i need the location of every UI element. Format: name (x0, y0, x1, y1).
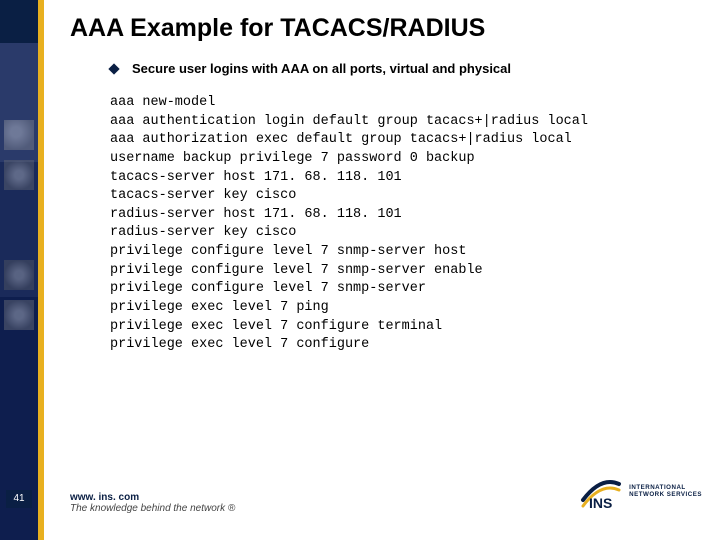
footer-tagline: The knowledge behind the network ® (70, 503, 235, 514)
footer-url: www. ins. com (70, 492, 235, 503)
code-block: aaa new-model aaa authentication login d… (110, 94, 700, 355)
bullet-text: Secure user logins with AAA on all ports… (132, 61, 511, 76)
logo-swoosh-icon: INS (579, 470, 623, 514)
slide-title: AAA Example for TACACS/RADIUS (70, 14, 700, 43)
brand-logo: INS INTERNATIONAL NETWORK SERVICES (579, 470, 702, 514)
sidebar-photo-tile (4, 260, 34, 290)
sidebar-photo-tile (4, 120, 34, 150)
slide-content: AAA Example for TACACS/RADIUS Secure use… (70, 14, 700, 355)
sidebar-photo-tile (4, 300, 34, 330)
sidebar-deco: 41 (0, 0, 48, 540)
bullet-item: Secure user logins with AAA on all ports… (110, 61, 700, 76)
page-number: 41 (6, 490, 32, 508)
sidebar-photo-tile (4, 160, 34, 190)
footer: www. ins. com The knowledge behind the n… (70, 492, 235, 514)
logo-text: INTERNATIONAL NETWORK SERVICES (629, 485, 702, 499)
logo-short-text: INS (589, 495, 612, 511)
logo-line2: NETWORK SERVICES (629, 492, 702, 499)
bullet-diamond-icon (108, 63, 119, 74)
sidebar-white-stripe (44, 0, 48, 540)
